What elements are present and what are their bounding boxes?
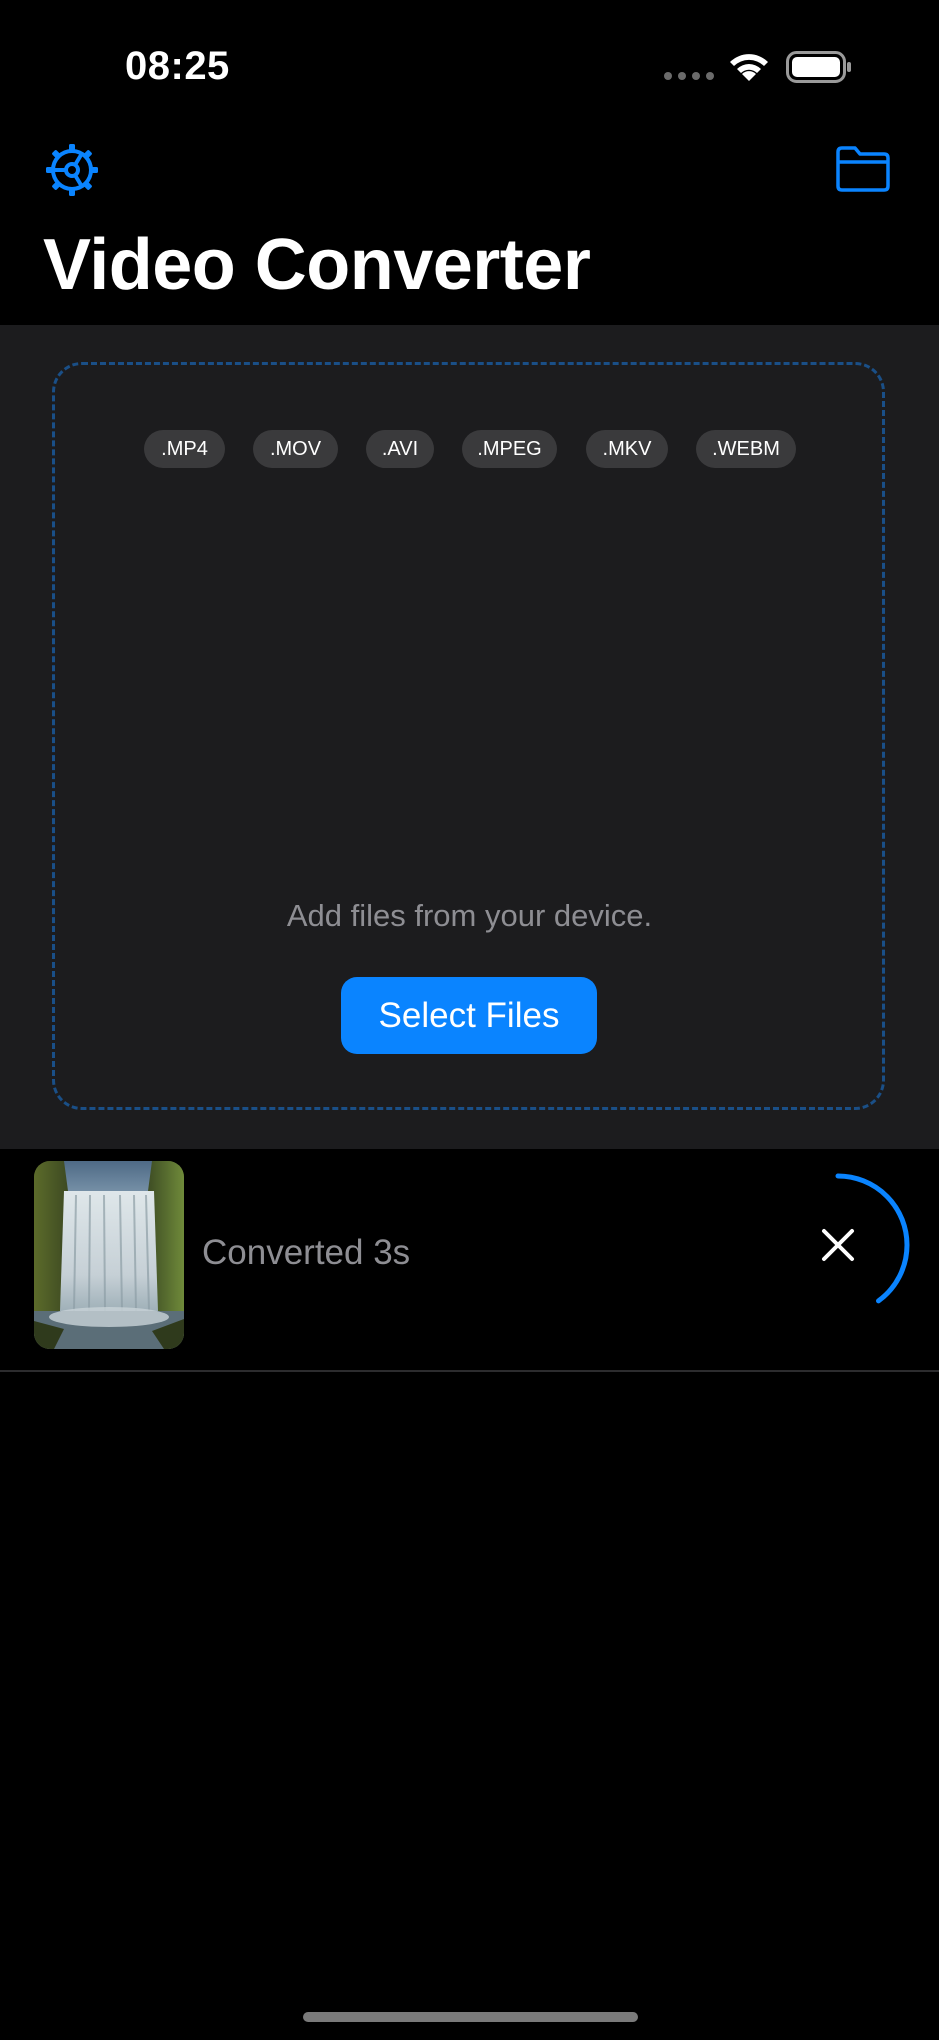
close-icon [822, 1229, 854, 1261]
settings-button[interactable] [44, 142, 100, 198]
waterfall-thumbnail-image [34, 1161, 184, 1349]
cancel-conversion-button[interactable] [800, 1207, 876, 1283]
gear-icon [46, 144, 98, 196]
drop-hint: Add files from your device. [286, 898, 653, 933]
file-row[interactable]: Converted 3s [0, 1149, 939, 1372]
format-chip-avi: .AVI [366, 430, 434, 468]
cellular-signal-icon [664, 72, 714, 80]
page-title: Video Converter [43, 225, 591, 305]
format-chip-mov: .MOV [253, 430, 338, 468]
home-indicator [303, 2012, 638, 2022]
wifi-icon [730, 54, 768, 81]
select-files-button[interactable]: Select Files [341, 977, 597, 1054]
format-chip-list: .MP4 .MOV .AVI .MPEG .MKV .WEBM [0, 430, 939, 470]
format-chip-mp4: .MP4 [144, 430, 225, 468]
video-thumbnail [34, 1161, 184, 1349]
status-time: 08:25 [125, 44, 230, 88]
folder-button[interactable] [834, 144, 892, 194]
battery-icon [786, 51, 851, 83]
folder-icon [836, 146, 890, 192]
format-chip-webm: .WEBM [696, 430, 796, 468]
format-chip-mkv: .MKV [586, 430, 668, 468]
status-bar: 08:25 [0, 0, 939, 140]
format-chip-mpeg: .MPEG [462, 430, 557, 468]
file-status-label: Converted 3s [202, 1233, 411, 1272]
